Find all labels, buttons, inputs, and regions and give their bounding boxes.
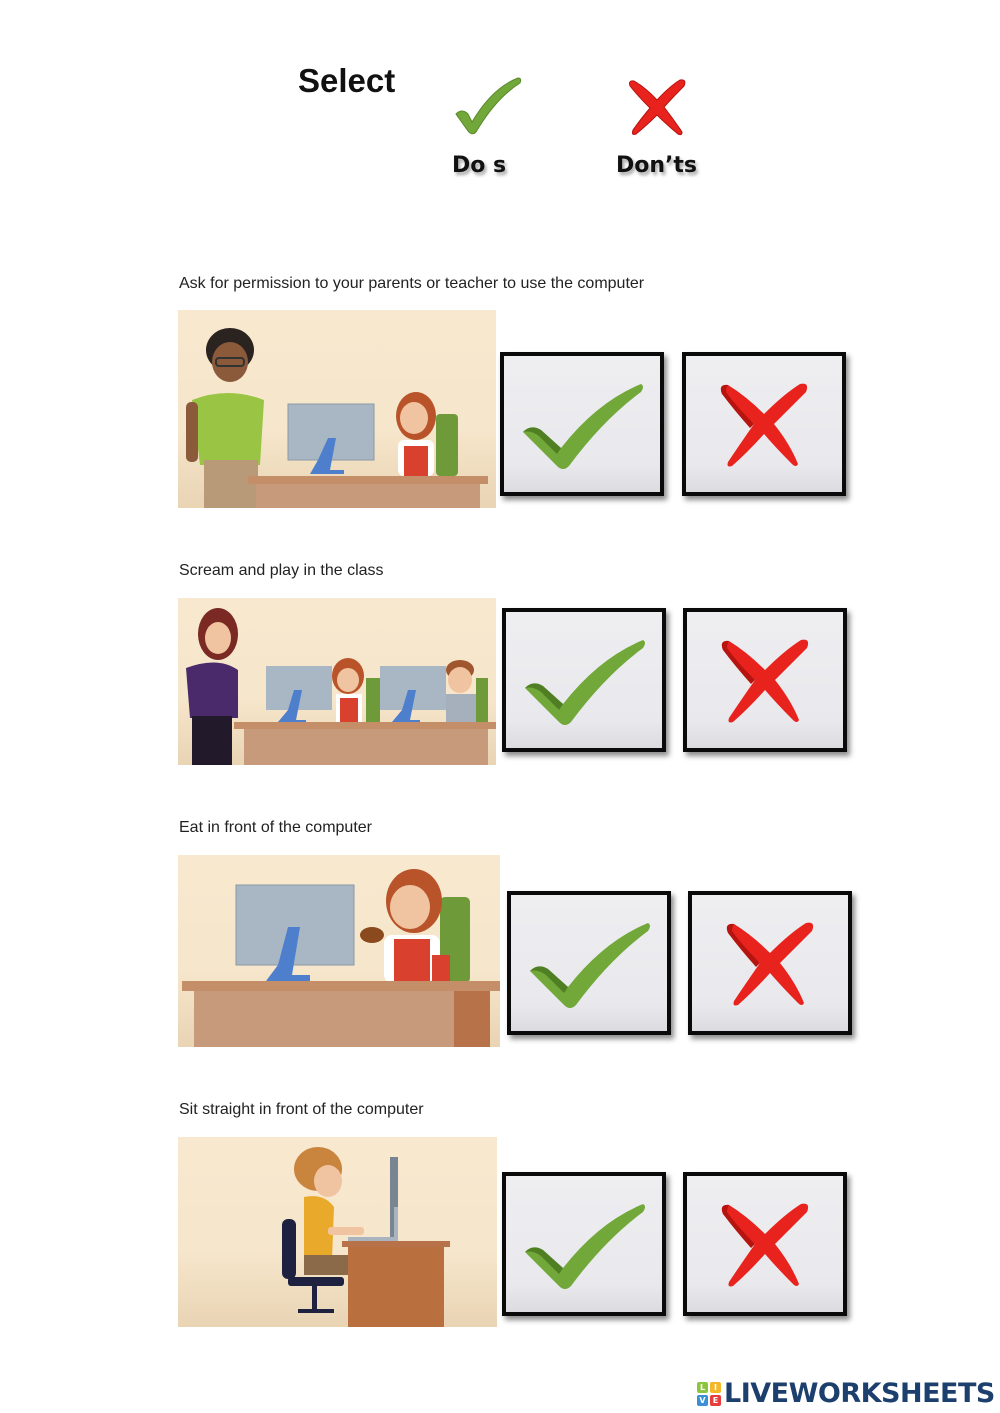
question-4-do-option[interactable] — [502, 1172, 666, 1316]
logo-blocks-icon: L I V E — [697, 1381, 721, 1406]
logo-block-l: L — [697, 1381, 708, 1393]
question-3-do-option[interactable] — [507, 891, 671, 1035]
question-3-prompt: Eat in front of the computer — [179, 819, 372, 836]
cross-icon — [720, 383, 808, 467]
check-icon — [452, 74, 524, 141]
question-1-prompt: Ask for permission to your parents or te… — [179, 275, 645, 292]
page-title: Select — [298, 62, 396, 99]
dos-label: Do s — [452, 153, 507, 178]
cross-icon — [721, 1203, 809, 1287]
cross-icon — [624, 76, 690, 143]
question-4-dont-option[interactable] — [683, 1172, 847, 1316]
cross-icon — [721, 639, 809, 723]
question-4-prompt: Sit straight in front of the computer — [179, 1101, 424, 1118]
question-3-scene-image — [178, 855, 500, 1047]
cross-icon — [726, 922, 814, 1006]
logo-text: LIVEWORKSHEETS — [724, 1378, 995, 1409]
question-4-scene-image — [178, 1137, 497, 1327]
liveworksheets-logo[interactable]: L I V E LIVEWORKSHEETS — [697, 1378, 995, 1409]
question-2-dont-option[interactable] — [683, 608, 847, 752]
check-icon — [530, 923, 650, 1008]
question-2-do-option[interactable] — [502, 608, 666, 752]
question-1-dont-option[interactable] — [682, 352, 846, 496]
question-2-scene-image — [178, 598, 496, 765]
check-icon — [523, 384, 643, 469]
question-3-dont-option[interactable] — [688, 891, 852, 1035]
donts-label: Don’ts — [616, 153, 698, 178]
question-1-scene-image — [178, 310, 496, 508]
check-icon — [525, 640, 645, 725]
question-1-do-option[interactable] — [500, 352, 664, 496]
logo-block-e: E — [710, 1394, 721, 1406]
check-icon — [525, 1204, 645, 1289]
logo-block-i: I — [710, 1381, 721, 1393]
logo-block-v: V — [697, 1394, 708, 1406]
question-2-prompt: Scream and play in the class — [179, 562, 384, 579]
